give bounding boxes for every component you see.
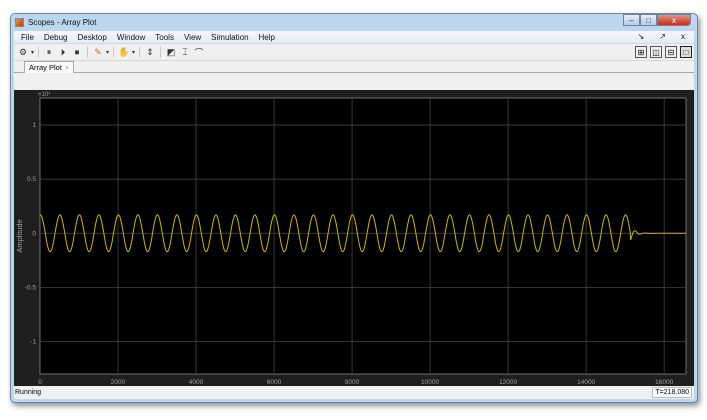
layout-single-icon[interactable]: □ xyxy=(680,46,692,58)
tab-label: Array Plot xyxy=(29,63,62,72)
zoom-dropdown-icon[interactable]: ▾ xyxy=(132,49,135,56)
highlight-simulink-icon[interactable]: ✎ xyxy=(92,46,104,58)
layout-rows-icon[interactable]: ⊟ xyxy=(665,46,677,58)
stop-button[interactable]: ⏹ xyxy=(71,46,83,58)
highlight-dropdown-icon[interactable]: ▾ xyxy=(106,49,109,56)
title-bar: Scopes - Array Plot – □ x xyxy=(11,14,697,31)
y-tick-label: 0.5 xyxy=(27,176,36,183)
menu-window[interactable]: Window xyxy=(112,33,150,42)
plot-svg[interactable]: 0 2000 4000 6000 8000 10000 12000 14000 16000 1 0.… xyxy=(14,90,695,386)
settings-dropdown-icon[interactable]: ▾ xyxy=(31,49,34,56)
pin-icon[interactable]: ↗ xyxy=(654,32,671,41)
tab-bar: Array Plot × xyxy=(14,61,694,73)
simulation-time: T=218.080 xyxy=(652,387,692,398)
x-tick-label: 2000 xyxy=(111,379,126,386)
undock-icon[interactable]: ↘ xyxy=(633,32,650,41)
scale-axes-icon[interactable]: ⇕ xyxy=(144,46,156,58)
toolbar: ⚙ ▾ ⏸ ⏵ ⏹ ✎ ▾ ✋ ▾ ⇕ ◩ ⌶ ⌒ ⊞ ◫ ⊟ □ xyxy=(14,44,694,61)
layout-grid-icon[interactable]: ⊞ xyxy=(635,46,647,58)
y-tick-label: 1 xyxy=(32,122,36,129)
menu-debug[interactable]: Debug xyxy=(39,33,73,42)
menu-desktop[interactable]: Desktop xyxy=(72,33,111,42)
menu-file[interactable]: File xyxy=(16,33,39,42)
window-title: Scopes - Array Plot xyxy=(28,18,97,27)
x-tick-label: 14000 xyxy=(577,379,595,386)
y-axis-label: Amplitude xyxy=(15,219,24,252)
menu-bar: File Debug Desktop Window Tools View Sim… xyxy=(14,31,694,44)
separator xyxy=(139,46,141,58)
pan-hand-icon[interactable]: ✋ xyxy=(118,46,130,58)
x-tick-label: 0 xyxy=(38,379,42,386)
settings-gear-icon[interactable]: ⚙ xyxy=(17,46,29,58)
pause-button[interactable]: ⏸ xyxy=(43,46,55,58)
x-tick-label: 8000 xyxy=(345,379,360,386)
tab-close-icon[interactable]: × xyxy=(65,63,69,72)
menu-view[interactable]: View xyxy=(179,33,206,42)
peak-finder-icon[interactable]: ⌒ xyxy=(193,46,205,58)
tab-array-plot[interactable]: Array Plot × xyxy=(24,61,74,73)
x-tick-label: 12000 xyxy=(499,379,517,386)
y-tick-label: -1 xyxy=(30,339,36,346)
minimize-button[interactable]: – xyxy=(623,14,640,26)
array-plot-figure: 0 2000 4000 6000 8000 10000 12000 14000 16000 1 0.… xyxy=(14,90,694,386)
x-tick-label: 6000 xyxy=(267,379,282,386)
layout-columns-icon[interactable]: ◫ xyxy=(650,46,662,58)
y-tick-label: 0 xyxy=(32,230,36,237)
menu-tools[interactable]: Tools xyxy=(150,33,179,42)
axes-background xyxy=(39,97,687,375)
cursor-measurements-icon[interactable]: ⌶ xyxy=(179,46,191,58)
close-button[interactable]: x xyxy=(657,14,691,26)
x-tick-label: 16000 xyxy=(655,379,673,386)
y-exponent-label: ×10⁴ xyxy=(38,91,51,98)
y-tick-label: -0.5 xyxy=(25,284,37,291)
x-tick-label: 4000 xyxy=(189,379,204,386)
separator xyxy=(38,46,40,58)
maximize-button[interactable]: □ xyxy=(640,14,657,26)
step-forward-button[interactable]: ⏵ xyxy=(57,46,69,58)
x-tick-label: 10000 xyxy=(421,379,439,386)
status-bar: Running T=218.080 xyxy=(14,386,694,399)
status-text: Running xyxy=(15,389,42,396)
menu-simulation[interactable]: Simulation xyxy=(206,33,253,42)
menu-help[interactable]: Help xyxy=(254,33,280,42)
data-cursor-icon[interactable]: ◩ xyxy=(165,46,177,58)
matlab-icon xyxy=(15,18,24,27)
separator xyxy=(113,46,115,58)
close-doc-icon[interactable]: x xyxy=(676,32,690,41)
scopes-window: Scopes - Array Plot – □ x File Debug Des… xyxy=(10,13,698,403)
separator xyxy=(87,46,89,58)
separator xyxy=(160,46,162,58)
